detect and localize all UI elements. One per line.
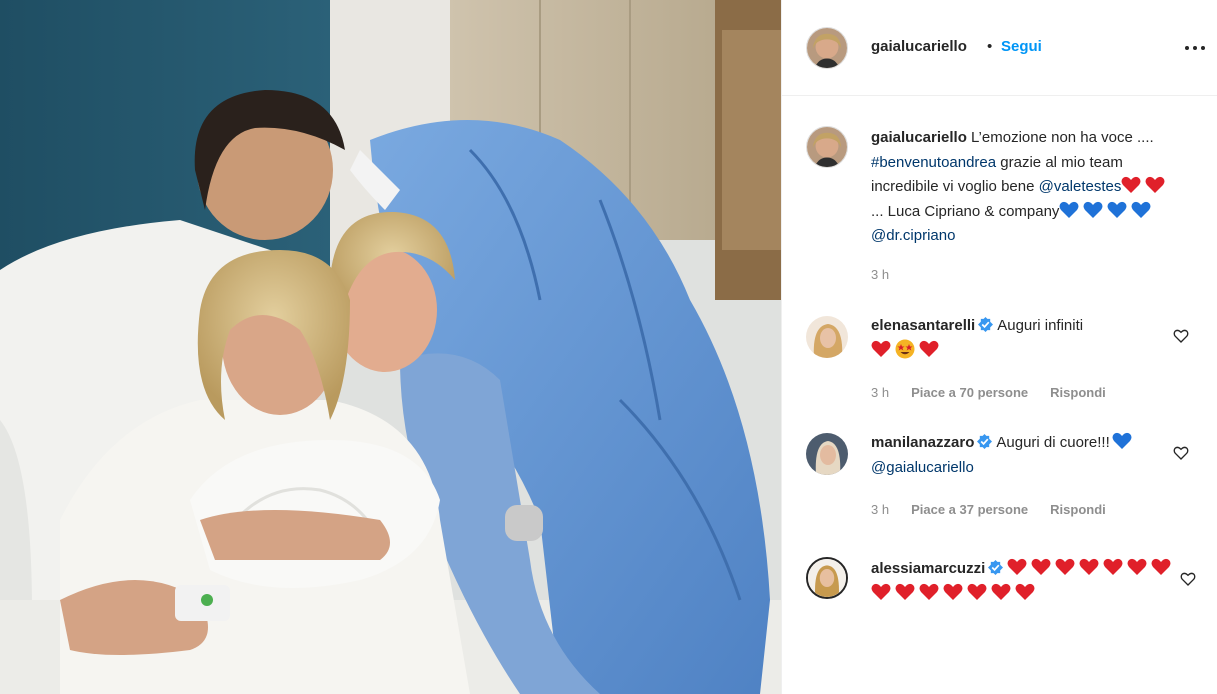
red-heart-emoji bbox=[871, 583, 891, 600]
red-heart-emoji bbox=[1015, 583, 1035, 600]
reply-button[interactable]: Rispondi bbox=[1050, 502, 1106, 517]
blue-heart-emoji bbox=[1131, 201, 1155, 220]
comment-username[interactable]: elenasantarelli bbox=[871, 317, 975, 334]
red-heart-emoji bbox=[871, 340, 895, 359]
caption-username[interactable]: gaialucariello bbox=[871, 129, 967, 146]
author-username[interactable]: gaialucariello bbox=[871, 38, 967, 55]
blue-heart-emoji bbox=[1110, 432, 1136, 451]
comment-body: elenasantarelli Auguri infiniti bbox=[871, 314, 1171, 363]
blue-heart-emoji bbox=[1083, 201, 1107, 220]
red-heart-emoji bbox=[967, 583, 987, 600]
comment-meta: 3 h Piace a 70 persone Rispondi bbox=[871, 385, 1106, 400]
comment-body: manilanazzaro Auguri di cuore!!! @gaialuc… bbox=[871, 431, 1171, 480]
red-heart-emoji bbox=[919, 340, 943, 359]
red-heart-emoji bbox=[1127, 558, 1147, 575]
red-heart-emoji bbox=[943, 583, 963, 600]
comment-username[interactable]: alessiamarcuzzi bbox=[871, 560, 985, 577]
red-heart-emoji bbox=[1103, 558, 1123, 575]
red-heart-emoji bbox=[895, 583, 915, 600]
caption-text-part: L’emozione non ha voce .... bbox=[971, 129, 1154, 146]
follow-separator: • bbox=[987, 38, 993, 55]
red-heart-emoji bbox=[1055, 558, 1075, 575]
comment-timestamp[interactable]: 3 h bbox=[871, 385, 889, 400]
post-photo[interactable] bbox=[0, 0, 781, 694]
red-heart-emoji bbox=[1031, 558, 1051, 575]
heart-outline-icon[interactable] bbox=[1173, 328, 1189, 344]
blue-heart-emoji bbox=[1059, 201, 1083, 220]
heart-outline-icon[interactable] bbox=[1180, 571, 1196, 587]
comment-likes-count[interactable]: Piace a 70 persone bbox=[911, 385, 1028, 400]
verified-badge-icon bbox=[977, 434, 993, 449]
author-avatar[interactable] bbox=[806, 27, 848, 69]
mention-link[interactable]: @dr.cipriano bbox=[871, 227, 955, 244]
comment-timestamp[interactable]: 3 h bbox=[871, 502, 889, 517]
red-heart-emoji bbox=[1007, 558, 1027, 575]
red-heart-emoji bbox=[1145, 176, 1169, 195]
caption-timestamp[interactable]: 3 h bbox=[871, 267, 889, 282]
red-heart-emoji bbox=[1079, 558, 1099, 575]
red-heart-emoji bbox=[919, 583, 939, 600]
mention-link[interactable]: @gaialucariello bbox=[871, 459, 974, 476]
verified-badge-icon bbox=[978, 317, 994, 332]
red-heart-emoji bbox=[1121, 176, 1145, 195]
caption-text: gaialucariello L’emozione non ha voce ..… bbox=[871, 126, 1171, 249]
comment-meta: 3 h Piace a 37 persone Rispondi bbox=[871, 502, 1106, 517]
hashtag-link[interactable]: #benvenutoandrea bbox=[871, 154, 996, 171]
comment-text: Auguri infiniti bbox=[997, 317, 1084, 334]
post-image bbox=[0, 0, 781, 694]
red-heart-emoji bbox=[1151, 558, 1171, 575]
mention-link[interactable]: @valetestes bbox=[1039, 178, 1122, 195]
commenter-avatar[interactable] bbox=[806, 557, 848, 599]
commenter-avatar[interactable] bbox=[806, 433, 848, 475]
comment-body: alessiamarcuzzi bbox=[871, 557, 1181, 606]
post-header: gaialucariello • Segui bbox=[782, 0, 1217, 96]
reply-button[interactable]: Rispondi bbox=[1050, 385, 1106, 400]
comment-likes-count[interactable]: Piace a 37 persone bbox=[911, 502, 1028, 517]
caption-author-avatar[interactable] bbox=[806, 126, 848, 168]
blue-heart-emoji bbox=[1107, 201, 1131, 220]
caption-text-part: ... Luca Cipriano & company bbox=[871, 202, 1060, 220]
more-options-icon[interactable] bbox=[1185, 44, 1207, 52]
heart-outline-icon[interactable] bbox=[1173, 445, 1189, 461]
red-heart-emoji bbox=[991, 583, 1011, 600]
follow-button[interactable]: Segui bbox=[1001, 38, 1042, 55]
star-struck-emoji bbox=[895, 339, 919, 359]
comment-username[interactable]: manilanazzaro bbox=[871, 434, 974, 451]
verified-badge-icon bbox=[988, 560, 1004, 575]
commenter-avatar[interactable] bbox=[806, 316, 848, 358]
post-side-panel: gaialucariello • Segui gaialucariello L’… bbox=[781, 0, 1217, 694]
comment-text: Auguri di cuore!!! bbox=[996, 434, 1110, 451]
